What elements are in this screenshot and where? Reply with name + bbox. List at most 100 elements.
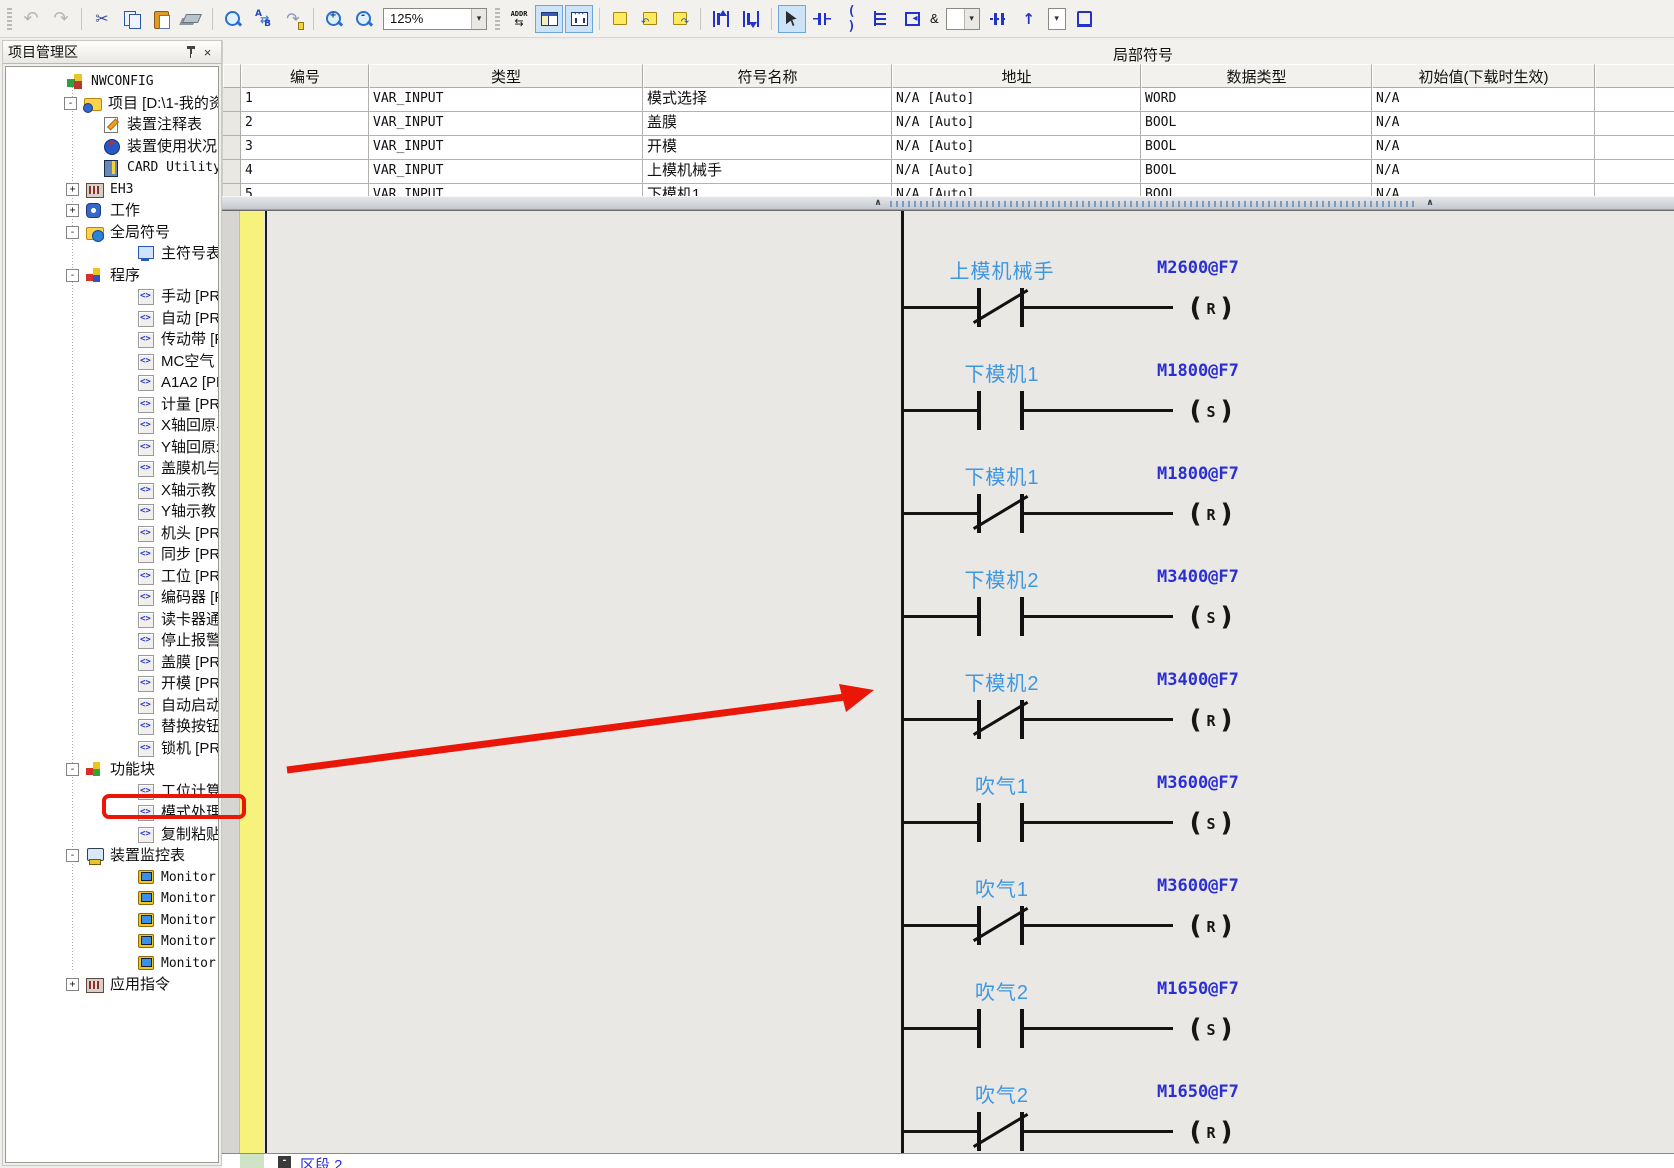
- tree-item[interactable]: NWCONFIG: [6, 71, 218, 93]
- ladder-rung[interactable]: 下模机1 M1800@F7 ( R ): [222, 417, 1674, 520]
- tree-item[interactable]: A1A2 [PRG: [6, 372, 218, 394]
- splitter-grip[interactable]: [890, 201, 1418, 207]
- row-selector[interactable]: [223, 88, 241, 112]
- new-page-button[interactable]: [606, 5, 634, 33]
- row-selector[interactable]: [223, 136, 241, 160]
- tree-item[interactable]: 停止报警: [6, 630, 218, 652]
- tree-item[interactable]: X轴回原与: [6, 415, 218, 437]
- close-button[interactable]: ×: [199, 44, 216, 60]
- table-row[interactable]: 1 VAR_INPUT 模式选择 N/A [Auto] WORD N/A: [223, 88, 1674, 112]
- table-row[interactable]: 5 VAR_INPUT 下模机1 N/A [Auto] BOOL N/A: [223, 184, 1674, 196]
- tree-item[interactable]: 计量 [PRG: [6, 394, 218, 416]
- toolbar-grip[interactable]: [495, 8, 500, 30]
- tree-item[interactable]: - 项目 [D:\1-我的资料: [6, 93, 218, 115]
- logic-combobox[interactable]: ▾: [946, 8, 980, 30]
- ladder-rung[interactable]: 下模机1 M1800@F7 ( S ): [222, 314, 1674, 417]
- page-export-button[interactable]: ↷: [666, 5, 694, 33]
- cut-button[interactable]: ✂: [88, 5, 116, 33]
- tree-item[interactable]: 锁机 [PRG: [6, 738, 218, 760]
- insert-up-combobox[interactable]: ▾: [1048, 8, 1066, 30]
- column-header[interactable]: 编号: [241, 64, 369, 88]
- tree-expander[interactable]: +: [66, 978, 79, 991]
- zoom-out-button[interactable]: -: [350, 5, 378, 33]
- tree-item[interactable]: Monitor T: [6, 931, 218, 953]
- tree-item[interactable]: - 全局符号: [6, 222, 218, 244]
- tree-item[interactable]: Y轴回原示: [6, 437, 218, 459]
- redo-button[interactable]: ↷: [47, 5, 75, 33]
- tree-item[interactable]: 主符号表: [6, 243, 218, 265]
- tree-expander[interactable]: -: [64, 97, 77, 110]
- select-tool-button[interactable]: [778, 5, 806, 33]
- tree-item[interactable]: 复制粘贴: [6, 824, 218, 846]
- table-row[interactable]: 4 VAR_INPUT 上模机械手 N/A [Auto] BOOL N/A: [223, 160, 1674, 184]
- tree-item[interactable]: 机头 [PRG: [6, 523, 218, 545]
- tree-item[interactable]: 装置注释表: [6, 114, 218, 136]
- coil[interactable]: ( R ): [1170, 1115, 1252, 1149]
- ladder-rung[interactable]: 吹气2 M1650@F7 ( S ): [222, 932, 1674, 1035]
- tree-item[interactable]: 自动启动: [6, 695, 218, 717]
- ladder-rung[interactable]: 下模机2 M3400@F7 ( S ): [222, 520, 1674, 623]
- empty-block-tool-button[interactable]: [1071, 5, 1099, 33]
- column-header[interactable]: 地址: [892, 64, 1141, 88]
- paste-button[interactable]: [148, 5, 176, 33]
- align-tool-button[interactable]: [985, 5, 1013, 33]
- tree-item[interactable]: 替换按钮: [6, 716, 218, 738]
- column-header[interactable]: 数据类型: [1141, 64, 1372, 88]
- insert-row-below-button[interactable]: [737, 5, 765, 33]
- tree-item[interactable]: 读卡器通讯: [6, 609, 218, 631]
- comment-display-button[interactable]: [565, 5, 593, 33]
- branch-tool-button[interactable]: [868, 5, 896, 33]
- goto-button[interactable]: ↷: [279, 5, 307, 33]
- section-collapse-icon[interactable]: -: [278, 1156, 291, 1168]
- window-layout-button[interactable]: [535, 5, 563, 33]
- pane-splitter[interactable]: ∧ ∧: [222, 196, 1674, 210]
- row-selector[interactable]: [223, 184, 241, 196]
- column-header[interactable]: 符号名称: [643, 64, 892, 88]
- undo-button[interactable]: ↶: [17, 5, 45, 33]
- tree-item[interactable]: 开模 [PRG: [6, 673, 218, 695]
- coil-tool-button[interactable]: ( ): [838, 5, 866, 33]
- pin-button[interactable]: [182, 44, 199, 60]
- tree-item[interactable]: Monitor T: [6, 867, 218, 889]
- tree-item[interactable]: + EH3: [6, 179, 218, 201]
- tree-item[interactable]: + 应用指令: [6, 974, 218, 996]
- chevron-down-icon[interactable]: ▾: [1049, 9, 1065, 29]
- tree-item[interactable]: CARD Utility: [6, 157, 218, 179]
- tree-expander[interactable]: -: [66, 226, 79, 239]
- tree-expander[interactable]: -: [66, 763, 79, 776]
- row-selector[interactable]: [223, 112, 241, 136]
- zoom-level-combobox[interactable]: 125% ▾: [383, 8, 487, 30]
- splitter-collapse-icon[interactable]: ∧: [870, 197, 886, 210]
- tree-item[interactable]: - 功能块: [6, 759, 218, 781]
- address-display-button[interactable]: ADDR⇆: [505, 5, 533, 33]
- tree-expander[interactable]: -: [66, 269, 79, 282]
- table-row[interactable]: 3 VAR_INPUT 开模 N/A [Auto] BOOL N/A: [223, 136, 1674, 160]
- ladder-rung[interactable]: 上模机械手 M2600@F7 ( R ): [222, 211, 1674, 314]
- tree-item[interactable]: 传动带 [P: [6, 329, 218, 351]
- tree-item[interactable]: 装置使用状况: [6, 136, 218, 158]
- ladder-rung[interactable]: 下模机2 M3400@F7 ( R ): [222, 623, 1674, 726]
- chevron-down-icon[interactable]: ▾: [471, 9, 486, 29]
- chevron-down-icon[interactable]: ▾: [964, 9, 979, 29]
- tree-expander[interactable]: -: [66, 849, 79, 862]
- tree-item[interactable]: 工位 [PRG: [6, 566, 218, 588]
- function-tool-button[interactable]: [898, 5, 926, 33]
- tree-item[interactable]: MC空气 [P: [6, 351, 218, 373]
- ladder-rung[interactable]: 吹气2 M1650@F7 ( R ): [222, 1035, 1674, 1138]
- copy-button[interactable]: [118, 5, 146, 33]
- column-header[interactable]: 初始值(下载时生效): [1372, 64, 1595, 88]
- tree-item[interactable]: 编码器 [P: [6, 587, 218, 609]
- zoom-in-button[interactable]: +: [320, 5, 348, 33]
- column-header[interactable]: 类型: [369, 64, 643, 88]
- tree-expander[interactable]: +: [66, 183, 79, 196]
- tree-item[interactable]: Monitor T: [6, 888, 218, 910]
- tree-item[interactable]: X轴示教 [: [6, 480, 218, 502]
- tree-item[interactable]: Monitor T: [6, 953, 218, 975]
- tree-item[interactable]: Monitor T: [6, 910, 218, 932]
- ladder-rung[interactable]: 吹气1 M3600@F7 ( S ): [222, 726, 1674, 829]
- contact-tool-button[interactable]: [808, 5, 836, 33]
- tree-expander[interactable]: +: [66, 204, 79, 217]
- tree-item[interactable]: Y轴示教 [: [6, 501, 218, 523]
- tree-item[interactable]: 自动 [PRG: [6, 308, 218, 330]
- insert-row-above-button[interactable]: [707, 5, 735, 33]
